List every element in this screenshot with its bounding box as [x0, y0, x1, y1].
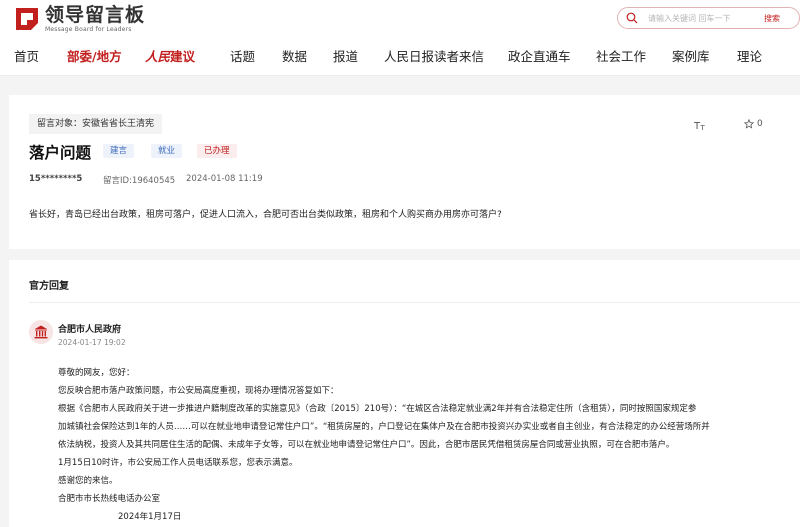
reply-time: 2024-01-17 19:02 — [58, 338, 126, 347]
logo-title: 领导留言板 — [45, 3, 146, 26]
reply-line: 感谢您的来信。 — [58, 476, 118, 486]
government-building-icon — [29, 320, 53, 344]
main-nav: 首页 部委/地方 人民建议 话题 数据 报道 人民日报读者来信 政企直通车 社会… — [0, 46, 800, 70]
logo-subtitle: Message Board for Leaders — [45, 25, 132, 33]
tag-suggestion[interactable]: 建言 — [103, 144, 135, 158]
font-size-icon[interactable]: T T — [694, 119, 708, 131]
nav-social-work[interactable]: 社会工作 — [596, 46, 646, 65]
reply-card: 官方回复 合肥市人民政府 2024-01-17 19:02 尊敬的网友，您好： … — [9, 260, 800, 527]
reply-line: 根据《合肥市人民政府关于进一步推进户籍制度改革的实施意见》（合政〔2015〕21… — [58, 404, 697, 414]
search-button[interactable]: 搜索 — [764, 13, 780, 24]
tag-employment[interactable]: 就业 — [151, 144, 183, 158]
reply-line: 您反映合肥市落户政策问题，市公安局高度重视，现将办理情况答复如下： — [58, 386, 339, 396]
nav-ministries-local[interactable]: 部委/地方 — [67, 46, 122, 65]
logo-mark-icon — [16, 8, 38, 30]
favorite-button[interactable]: 0 — [744, 119, 763, 129]
nav-data[interactable]: 数据 — [282, 46, 307, 65]
reply-line: 加城镇社会保险达到1年的人员……可以在就业地申请登记常住户口”。“租赁房屋的，户… — [58, 422, 710, 432]
search-input[interactable] — [648, 13, 748, 23]
favorite-count: 0 — [757, 119, 763, 129]
site-logo[interactable]: 领导留言板 Message Board for Leaders — [14, 4, 145, 34]
message-card: 留言对象：安徽省省长王清宪 T T 0 落户问题 建言 就业 已办理 15***… — [9, 95, 800, 249]
search-box: 搜索 — [617, 7, 800, 29]
nav-theory[interactable]: 理论 — [737, 46, 762, 65]
nav-cases[interactable]: 案例库 — [672, 46, 710, 65]
nav-reports[interactable]: 报道 — [333, 46, 358, 65]
site-header: 领导留言板 Message Board for Leaders 搜索 首页 部委… — [0, 0, 800, 76]
reply-heading: 官方回复 — [29, 281, 69, 292]
nav-gov-business[interactable]: 政企直通车 — [508, 46, 571, 65]
reply-line: 尊敬的网友，您好： — [58, 368, 135, 378]
message-id: 留言ID:19640545 — [103, 176, 176, 186]
reply-date: 2024年1月17日 — [118, 512, 182, 522]
nav-brand-part2: 建议 — [170, 49, 196, 64]
message-time: 2024-01-08 11:19 — [186, 174, 263, 184]
status-badge: 已办理 — [197, 144, 237, 158]
svg-text:T: T — [700, 124, 706, 131]
nav-topics[interactable]: 话题 — [230, 46, 255, 65]
nav-readers-letters[interactable]: 人民日报读者来信 — [384, 46, 484, 65]
reply-org-name: 合肥市人民政府 — [58, 325, 122, 335]
search-icon — [626, 12, 638, 24]
star-icon — [744, 119, 754, 129]
reply-line: 1月15日10时许，市公安局工作人员电话联系您，您表示满意。 — [58, 458, 298, 468]
message-user: 15********5 — [29, 174, 83, 184]
message-title: 落户问题 — [29, 144, 92, 162]
message-target: 留言对象：安徽省省长王清宪 — [29, 114, 163, 134]
message-content: 省长好，青岛已经出台政策，租房可落户，促进人口流入，合肥可否出台类似政策，租房和… — [29, 210, 502, 220]
nav-home[interactable]: 首页 — [14, 46, 39, 65]
reply-line: 依法纳税，投资人及其共同居住生活的配偶、未成年子女等，可以在就业地申请登记常住户… — [58, 440, 675, 450]
divider — [29, 302, 800, 303]
nav-brand-part1: 人民 — [145, 49, 171, 64]
reply-signature: 合肥市市长热线电话办公室 — [58, 494, 161, 504]
nav-people-suggestions[interactable]: 人民建议 — [145, 46, 195, 65]
